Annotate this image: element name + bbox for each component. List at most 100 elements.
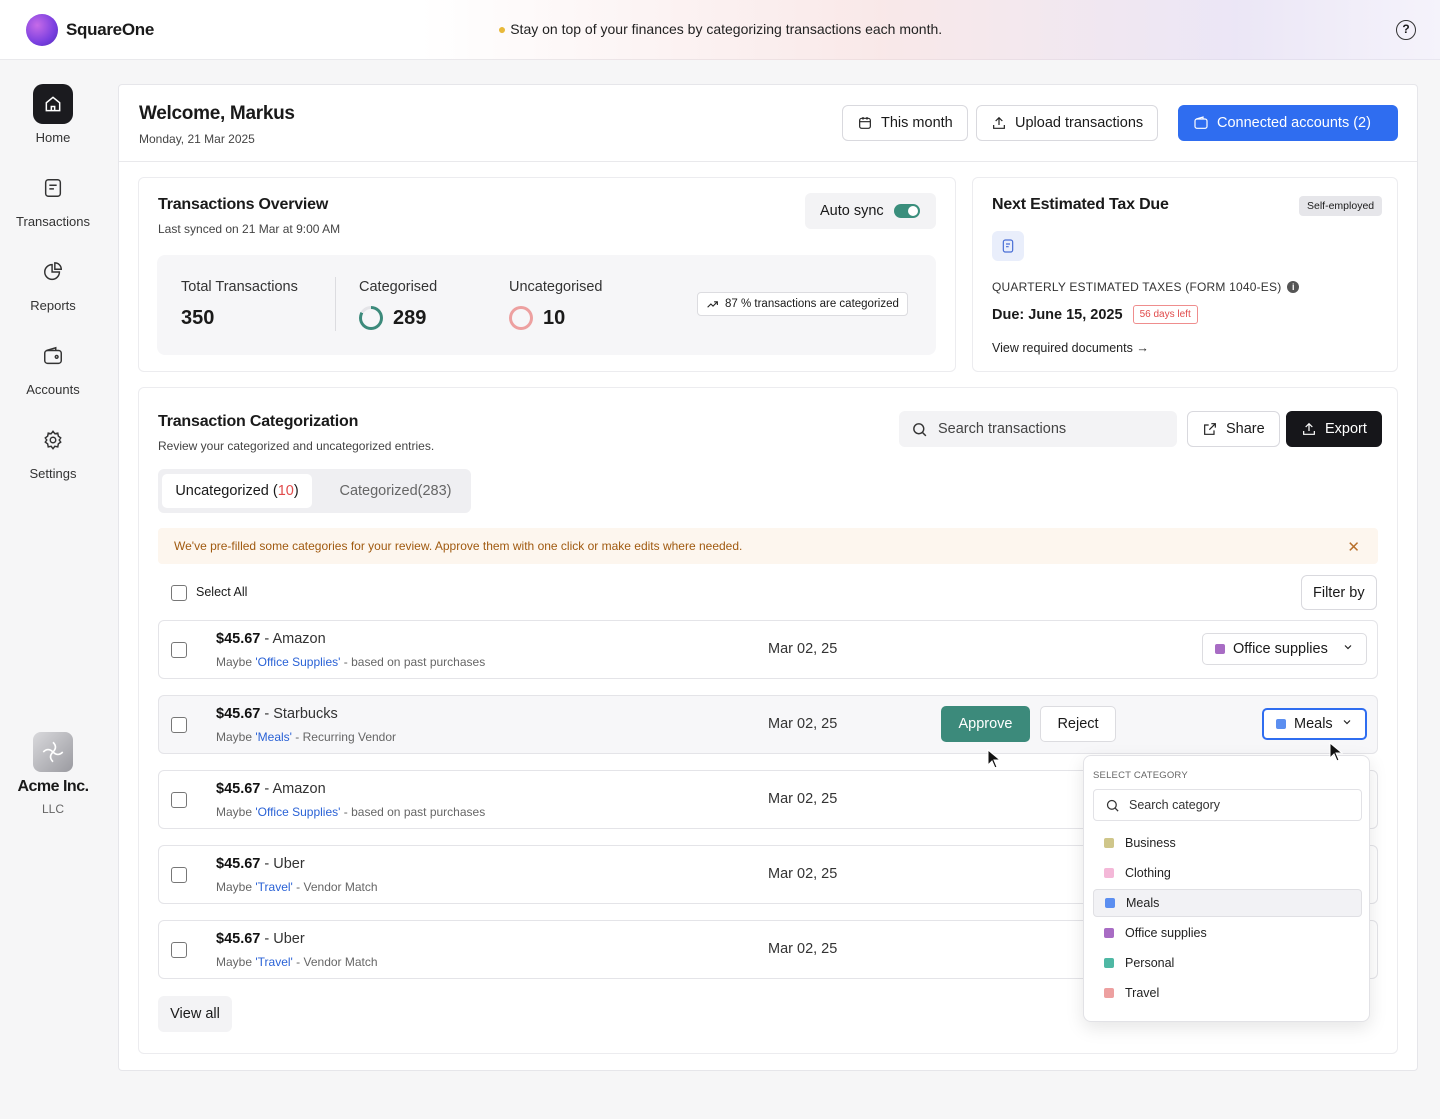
category-swatch [1104,958,1114,968]
pie-chart-icon [33,252,73,292]
percent-text: 87 % transactions are categorized [725,298,899,310]
search-icon [913,422,927,436]
suggested-category: 'Office Supplies' [255,805,341,819]
org-name: Acme Inc. [17,778,89,795]
category-option-clothing[interactable]: Clothing [1093,859,1362,887]
top-bar: SquareOne ● Stay on top of your finances… [0,0,1440,60]
row-date: Mar 02, 25 [768,866,838,882]
due-date-text: Due: June 15, 2025 [992,306,1123,323]
option-label: Business [1125,836,1176,850]
category-option-travel[interactable]: Travel [1093,979,1362,1007]
home-icon [33,84,73,124]
category-select-value: Office supplies [1233,641,1328,657]
filter-label: Filter by [1313,584,1365,601]
sidebar-item-transactions[interactable]: Transactions [0,168,106,229]
select-all-checkbox[interactable] [171,585,187,601]
reason: - Vendor Match [292,880,378,894]
table-row: $45.67 - Starbucks Maybe 'Meals' - Recur… [158,695,1378,754]
row-suggestion: Maybe 'Travel' - Vendor Match [216,955,378,969]
sidebar-item-label: Home [35,130,71,145]
auto-sync-toggle[interactable] [893,204,920,218]
share-label: Share [1226,421,1265,437]
share-button[interactable]: Share [1187,411,1280,447]
row-amount: $45.67 - Starbucks [216,706,338,722]
tab-categorized[interactable]: Categorized(283) [328,474,463,508]
gear-icon [33,420,73,460]
close-icon[interactable]: ✕ [1347,538,1360,556]
filter-by-button[interactable]: Filter by [1301,575,1377,610]
row-checkbox[interactable] [171,792,187,808]
sidebar-item-reports[interactable]: Reports [0,252,106,313]
mouse-cursor-icon [987,749,1001,769]
sidebar-item-home[interactable]: Home [0,84,106,145]
this-month-button[interactable]: This month [842,105,968,141]
view-documents-link[interactable]: View required documents → [992,341,1149,355]
approve-button[interactable]: Approve [941,706,1030,742]
reject-button[interactable]: Reject [1040,706,1116,742]
row-suggestion: Maybe 'Travel' - Vendor Match [216,880,378,894]
sidebar-item-label: Settings [29,466,77,481]
total-value: 350 [181,307,215,329]
trend-up-icon [707,300,718,308]
row-suggestion: Maybe 'Office Supplies' - based on past … [216,655,485,669]
row-checkbox[interactable] [171,942,187,958]
days-left-badge: 56 days left [1132,305,1198,324]
view-all-button[interactable]: View all [158,996,232,1032]
sidebar-item-accounts[interactable]: Accounts [0,336,106,397]
wallet-icon [1194,116,1208,129]
auto-sync-control[interactable]: Auto sync [805,193,936,229]
search-transactions-input[interactable]: Search transactions [899,411,1177,447]
amount: $45.67 [216,706,261,722]
sidebar-item-label: Accounts [26,382,80,397]
export-icon [1303,422,1315,435]
category-option-office-supplies[interactable]: Office supplies [1093,919,1362,947]
info-icon[interactable]: i [1287,281,1300,293]
category-swatch [1104,838,1114,848]
sidebar: Home Transactions Reports Accounts Setti… [0,60,106,1119]
maybe: Maybe [216,655,256,669]
search-category-input[interactable]: Search category [1093,789,1362,821]
amount: $45.67 [216,856,261,872]
row-checkbox[interactable] [171,642,187,658]
prefill-notice-text: We've pre-filled some categories for you… [174,539,743,553]
mouse-cursor-icon [1329,742,1343,762]
export-button[interactable]: Export [1286,411,1382,447]
share-icon [1204,423,1216,435]
search-icon [1106,799,1119,812]
category-select[interactable]: Meals [1262,708,1367,740]
current-date: Monday, 21 Mar 2025 [139,132,255,146]
category-option-business[interactable]: Business [1093,829,1362,857]
option-label: Meals [1126,896,1160,910]
category-swatch [1104,928,1114,938]
tax-due-date: Due: June 15, 2025 56 days left [992,305,1198,324]
tip-banner: ● Stay on top of your finances by catego… [0,21,1440,37]
tab-uncategorized[interactable]: Uncategorized (10) [162,474,312,508]
document-icon [33,168,73,208]
upload-label: Upload transactions [1015,115,1144,131]
org-type: LLC [41,802,64,816]
lightbulb-icon: ● [497,21,507,37]
stats-panel: Total Transactions 350 Categorised 289 U… [157,255,936,355]
categorised-label: Categorised [359,279,438,295]
row-amount: $45.67 - Uber [216,856,305,872]
suggested-category: 'Travel' [255,955,293,969]
category-select[interactable]: Office supplies [1202,633,1367,665]
suggested-category: 'Office Supplies' [255,655,341,669]
select-all-label: Select All [196,585,248,599]
auto-sync-label: Auto sync [820,203,884,219]
org-switcher[interactable]: Acme Inc. LLC [0,732,106,816]
status-badge: Self-employed [1299,196,1383,216]
tax-form-label: QUARTERLY ESTIMATED TAXES (FORM 1040-ES)… [992,280,1300,294]
suggested-category: 'Travel' [255,880,293,894]
category-option-meals[interactable]: Meals [1093,889,1362,917]
help-icon[interactable]: ? [1396,20,1416,40]
arrow-right-icon: → [1136,341,1149,355]
sidebar-item-settings[interactable]: Settings [0,420,106,481]
row-date: Mar 02, 25 [768,791,838,807]
row-checkbox[interactable] [171,717,187,733]
upload-transactions-button[interactable]: Upload transactions [976,105,1159,141]
row-checkbox[interactable] [171,867,187,883]
connected-accounts-button[interactable]: Connected accounts (2) [1178,105,1398,141]
category-option-personal[interactable]: Personal [1093,949,1362,977]
categorization-title: Transaction Categorization [158,413,359,430]
